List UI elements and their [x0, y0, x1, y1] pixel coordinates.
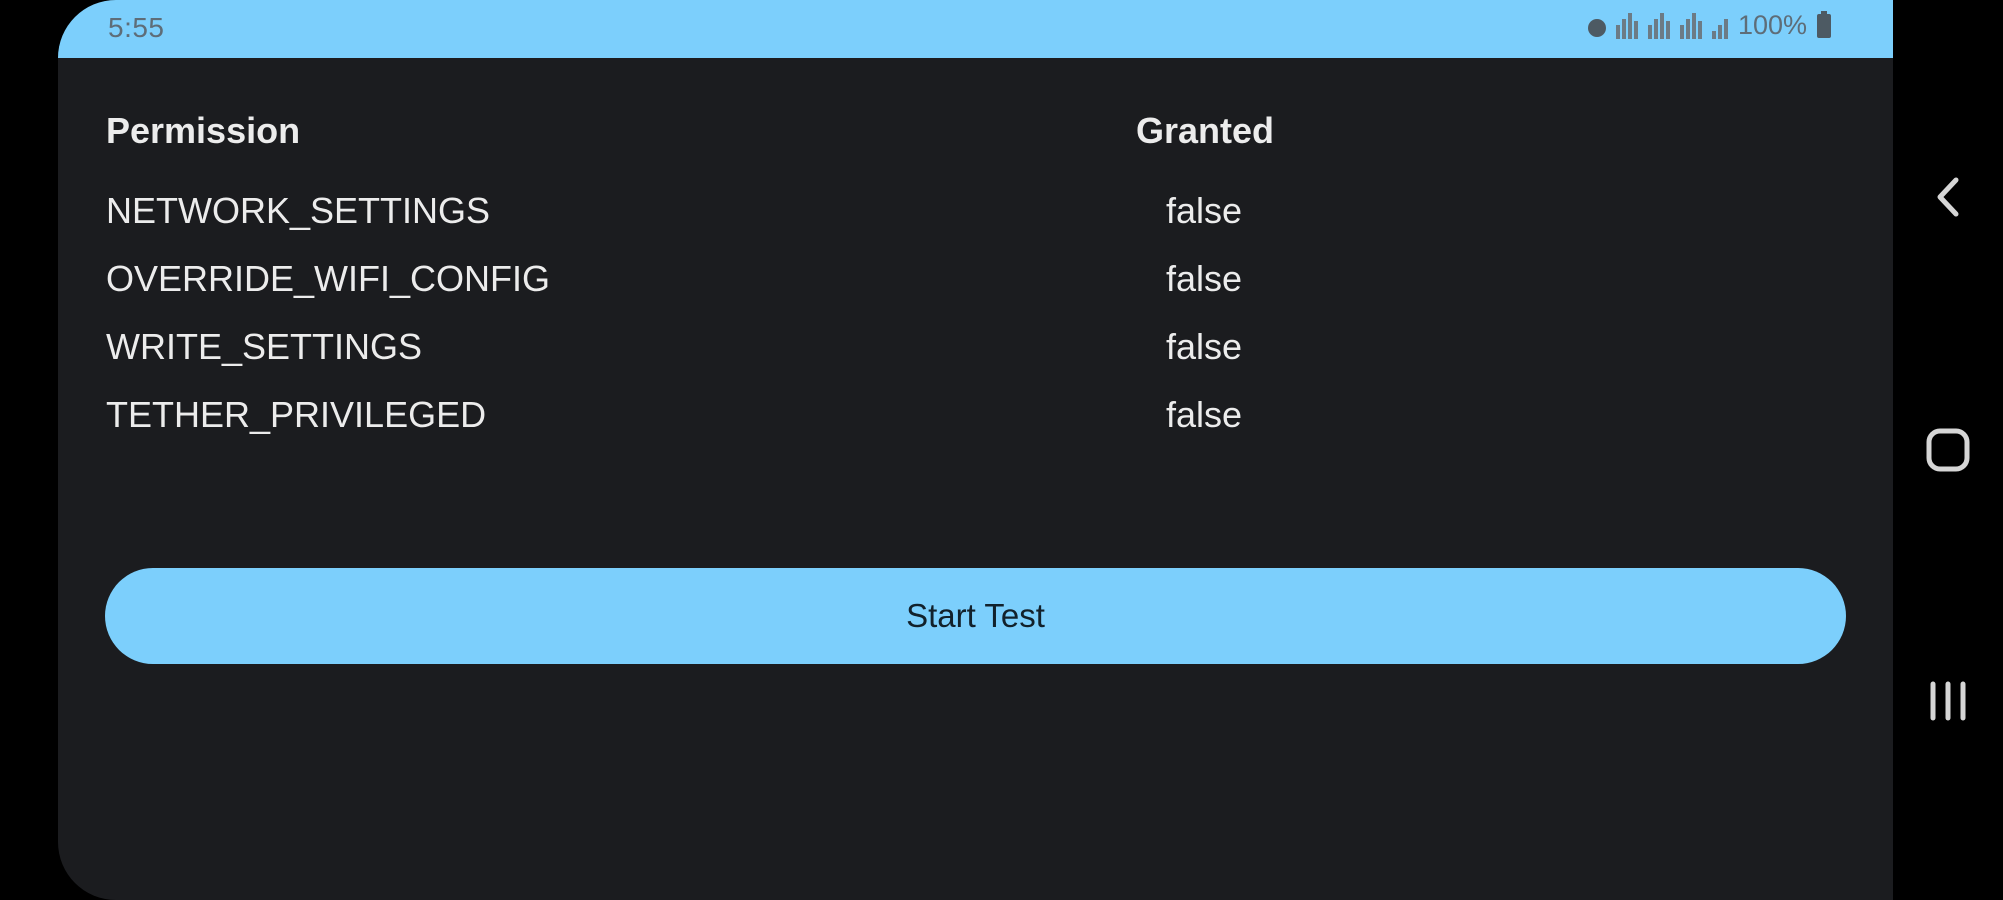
status-time: 5:55	[108, 12, 165, 43]
status-icons: 100%	[1587, 10, 1831, 41]
battery-icon	[1817, 10, 1831, 38]
home-button[interactable]	[1893, 405, 2003, 495]
permission-name: NETWORK_SETTINGS	[106, 190, 491, 231]
app-screen: 5:55 100% Permission Granted NETWORK_SET…	[58, 0, 1893, 900]
granted-value: false	[1166, 258, 1243, 299]
granted-header: Granted	[1136, 110, 1275, 151]
start-test-button[interactable]: Start Test	[105, 568, 1846, 664]
table-row: WRITE_SETTINGS false	[58, 326, 1893, 386]
recent-apps-button[interactable]	[1893, 656, 2003, 746]
back-icon	[1937, 177, 1959, 217]
granted-value: false	[1166, 326, 1243, 367]
granted-value: false	[1166, 190, 1243, 231]
home-icon	[1926, 428, 1970, 472]
permission-name: WRITE_SETTINGS	[106, 326, 423, 367]
alarm-icon	[1587, 18, 1606, 37]
network-icon	[1615, 12, 1638, 39]
permission-header: Permission	[106, 110, 301, 151]
permission-name: OVERRIDE_WIFI_CONFIG	[106, 258, 551, 299]
table-row: OVERRIDE_WIFI_CONFIG false	[58, 258, 1893, 318]
signal-icon	[1711, 13, 1728, 39]
back-button[interactable]	[1893, 152, 2003, 242]
recent-apps-icon	[1930, 681, 1966, 721]
granted-value: false	[1166, 394, 1243, 435]
status-bar: 5:55 100%	[58, 0, 1893, 58]
table-row: NETWORK_SETTINGS false	[58, 190, 1893, 250]
table-row: TETHER_PRIVILEGED false	[58, 394, 1893, 454]
permission-name: TETHER_PRIVILEGED	[106, 394, 487, 435]
navigation-bar	[1893, 0, 2003, 900]
network-icon	[1679, 12, 1702, 39]
battery-percent: 100%	[1737, 10, 1807, 40]
network-icon	[1647, 12, 1670, 39]
